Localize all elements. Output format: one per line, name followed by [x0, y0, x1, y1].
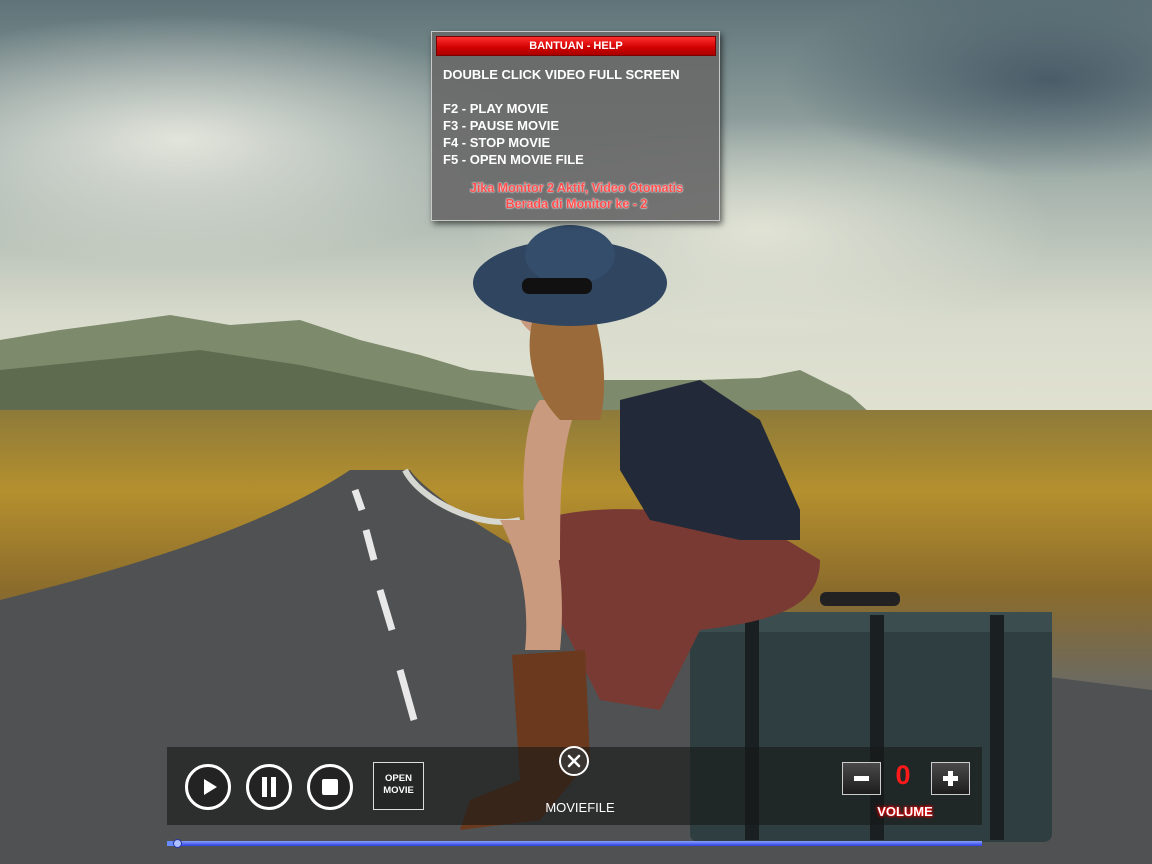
stop-button[interactable] [307, 764, 353, 810]
progress-handle[interactable] [172, 839, 182, 848]
volume-down-button[interactable] [842, 762, 881, 795]
open-movie-button[interactable]: OPEN MOVIE [373, 762, 424, 810]
minus-icon [854, 776, 869, 781]
help-main-instruction: DOUBLE CLICK VIDEO FULL SCREEN [443, 67, 680, 82]
volume-value: 0 [895, 760, 911, 790]
help-title: BANTUAN - HELP [436, 36, 716, 56]
help-panel: BANTUAN - HELP DOUBLE CLICK VIDEO FULL S… [431, 31, 720, 221]
shortcut-play: F2 - PLAY MOVIE [443, 101, 549, 116]
monitor-note: Jika Monitor 2 Aktif, Video Otomatis Ber… [432, 180, 721, 212]
help-shortcut-list: F2 - PLAY MOVIE F3 - PAUSE MOVIE F4 - ST… [443, 100, 584, 168]
shortcut-stop: F4 - STOP MOVIE [443, 135, 551, 150]
play-button[interactable] [185, 764, 231, 810]
monitor-note-line2: Berada di Monitor ke - 2 [505, 197, 648, 211]
plus-icon [943, 771, 958, 786]
play-icon [204, 779, 217, 795]
pause-button[interactable] [246, 764, 292, 810]
open-label-line1: OPEN [385, 773, 412, 784]
open-label-line2: MOVIE [383, 785, 414, 796]
stop-icon [322, 779, 338, 795]
monitor-note-line1: Jika Monitor 2 Aktif, Video Otomatis [469, 181, 684, 195]
close-icon [567, 754, 581, 768]
pause-icon [262, 777, 276, 797]
volume-up-button[interactable] [931, 762, 970, 795]
shortcut-pause: F3 - PAUSE MOVIE [443, 118, 560, 133]
shortcut-open: F5 - OPEN MOVIE FILE [443, 152, 584, 167]
movie-file-label: MOVIEFILE [545, 800, 615, 815]
close-button[interactable] [559, 746, 589, 776]
progress-bar[interactable] [167, 841, 982, 846]
volume-label: VOLUME [877, 804, 933, 819]
